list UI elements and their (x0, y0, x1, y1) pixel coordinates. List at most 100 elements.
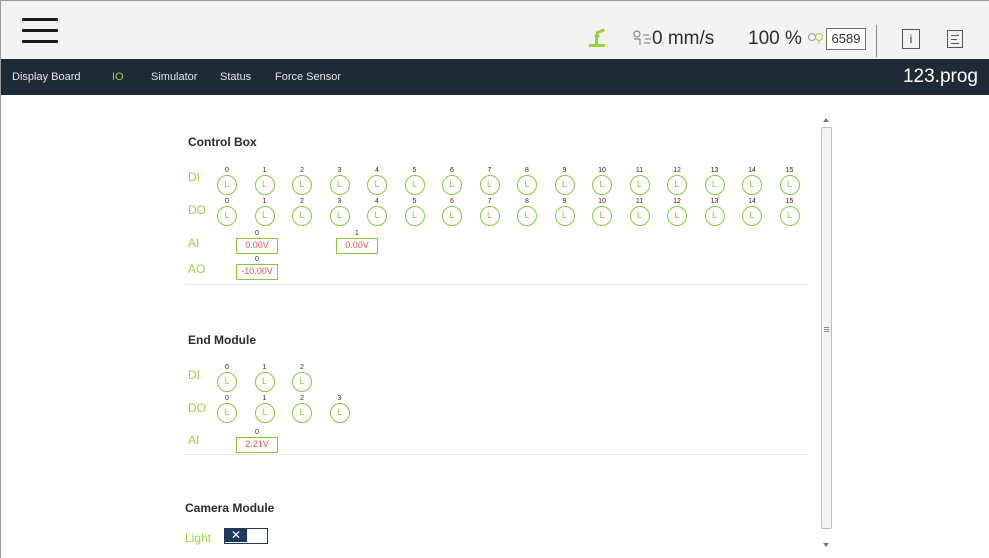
control-box-do-port-2[interactable]: 2L (292, 197, 312, 229)
control-box-do-port-15[interactable]: 15 L (779, 197, 800, 229)
control-box-di-port-6[interactable]: 6L (442, 166, 462, 198)
port-state-indicator[interactable]: L (779, 175, 800, 195)
control-box-do-port-10[interactable]: 10 L (592, 197, 612, 229)
port-state-indicator[interactable]: L (217, 175, 237, 195)
port-state-indicator[interactable]: L (217, 372, 237, 392)
control-box-do-port-0[interactable]: 0L (217, 197, 237, 229)
control-box-di-port-11[interactable]: 11 L (629, 166, 650, 198)
menu-icon[interactable] (22, 16, 62, 46)
tab-io[interactable]: IO (112, 71, 124, 83)
control-box-di-port-10[interactable]: 10 L (592, 166, 612, 198)
port-state-indicator[interactable]: L (254, 206, 275, 226)
port-state-indicator[interactable]: L (479, 175, 500, 195)
port-number: 5 (412, 198, 417, 205)
control-box-do-port-6[interactable]: 6L (442, 197, 462, 229)
control-box-do-port-12[interactable]: 12 L (667, 197, 687, 229)
end-module-di-port-2[interactable]: 2L (292, 363, 312, 395)
control-box-di-port-9[interactable]: 9L (554, 166, 575, 198)
port-state-indicator[interactable]: L (554, 206, 575, 226)
vertical-scrollbar[interactable] (819, 115, 835, 553)
port-state-indicator[interactable]: L (554, 175, 575, 195)
control-box-di-port-7[interactable]: 7L (479, 166, 500, 198)
port-state-indicator[interactable]: L (404, 175, 425, 195)
port-state-indicator[interactable]: L (479, 206, 500, 226)
port-state-indicator[interactable]: L (704, 175, 725, 195)
port-state-indicator[interactable]: L (329, 206, 350, 226)
port-state-indicator[interactable]: L (292, 206, 312, 226)
port-state-indicator[interactable]: L (217, 403, 237, 423)
control-box-di-port-4[interactable]: 4L (367, 166, 387, 198)
end-module-do-port-2[interactable]: 2L (292, 394, 312, 426)
port-state-indicator[interactable]: L (367, 175, 387, 195)
control-box-do-port-5[interactable]: 5L (404, 197, 425, 229)
port-state-indicator[interactable]: L (779, 206, 800, 226)
end-module-do-port-1[interactable]: 1L (254, 394, 275, 426)
control-box-di-port-5[interactable]: 5L (404, 166, 425, 198)
control-box-do-port-3[interactable]: 3L (329, 197, 350, 229)
analog-value: 2.21V (236, 437, 278, 453)
port-state-indicator[interactable]: L (254, 175, 275, 195)
tab-force-sensor[interactable]: Force Sensor (275, 71, 341, 83)
port-state-indicator[interactable]: L (329, 403, 350, 423)
control-box-di-port-1[interactable]: 1L (254, 166, 275, 198)
port-state-indicator[interactable]: L (629, 175, 650, 195)
port-state-indicator[interactable]: L (667, 175, 687, 195)
scroll-down-arrow-icon[interactable] (823, 543, 829, 547)
port-state-indicator[interactable]: L (442, 206, 462, 226)
control-box-do-port-9[interactable]: 9L (554, 197, 575, 229)
tab-simulator[interactable]: Simulator (151, 71, 197, 83)
port-state-indicator[interactable]: L (517, 175, 537, 195)
scroll-up-arrow-icon[interactable] (823, 118, 829, 122)
scroll-thumb[interactable] (821, 127, 832, 529)
info-icon[interactable]: i (902, 29, 920, 49)
port-state-indicator[interactable]: L (254, 403, 275, 423)
port-state-indicator[interactable]: L (592, 175, 612, 195)
control-box-di-port-2[interactable]: 2L (292, 166, 312, 198)
port-state-indicator[interactable]: L (292, 175, 312, 195)
port-state-indicator[interactable]: L (667, 206, 687, 226)
log-icon[interactable] (947, 30, 963, 48)
control-box-di-port-14[interactable]: 14 L (742, 166, 762, 198)
control-box-do-port-11[interactable]: 11 L (629, 197, 650, 229)
section-title-control-box: Control Box (188, 135, 257, 149)
section-divider (185, 284, 808, 285)
port-state-indicator[interactable]: L (292, 372, 312, 392)
control-box-do-port-14[interactable]: 14 L (742, 197, 762, 229)
port-state-indicator[interactable]: L (404, 206, 425, 226)
port-state-indicator[interactable]: L (217, 206, 237, 226)
port-state-indicator[interactable]: L (704, 206, 725, 226)
port-state-indicator[interactable]: L (254, 372, 275, 392)
control-box-ao-0[interactable]: 0 -10.00V (236, 255, 278, 281)
port-state-indicator[interactable]: L (442, 175, 462, 195)
speed-percent[interactable]: 100 % (748, 28, 802, 50)
control-box-di-port-8[interactable]: 8L (517, 166, 537, 198)
control-box-do-port-8[interactable]: 8L (517, 197, 537, 229)
port-state-indicator[interactable]: L (742, 206, 762, 226)
tab-display-board[interactable]: Display Board (12, 71, 80, 83)
control-box-di-port-13[interactable]: 13 L (704, 166, 725, 198)
port-state-indicator[interactable]: L (329, 175, 350, 195)
control-box-di-port-12[interactable]: 12 L (667, 166, 687, 198)
control-box-do-port-7[interactable]: 7L (479, 197, 500, 229)
port-state-indicator[interactable]: L (742, 175, 762, 195)
port-state-indicator[interactable]: L (592, 206, 612, 226)
control-box-di-port-15[interactable]: 15 L (779, 166, 800, 198)
control-box-do-port-4[interactable]: 4L (367, 197, 387, 229)
end-module-di-port-1[interactable]: 1L (254, 363, 275, 395)
end-module-di-port-0[interactable]: 0L (217, 363, 237, 395)
control-box-ai-1[interactable]: 1 0.00V (336, 229, 378, 255)
control-box-di-port-0[interactable]: 0L (217, 166, 237, 198)
light-toggle[interactable]: ✕ (224, 528, 268, 544)
tab-status[interactable]: Status (220, 71, 251, 83)
control-box-do-port-1[interactable]: 1L (254, 197, 275, 229)
control-box-ai-0[interactable]: 0 0.00V (236, 229, 278, 255)
port-state-indicator[interactable]: L (517, 206, 537, 226)
end-module-do-port-3[interactable]: 3L (329, 394, 350, 426)
control-box-di-port-3[interactable]: 3L (329, 166, 350, 198)
port-state-indicator[interactable]: L (367, 206, 387, 226)
port-state-indicator[interactable]: L (629, 206, 650, 226)
control-box-do-port-13[interactable]: 13 L (704, 197, 725, 229)
end-module-do-port-0[interactable]: 0L (217, 394, 237, 426)
end-module-ai-0[interactable]: 0 2.21V (236, 428, 278, 454)
port-state-indicator[interactable]: L (292, 403, 312, 423)
